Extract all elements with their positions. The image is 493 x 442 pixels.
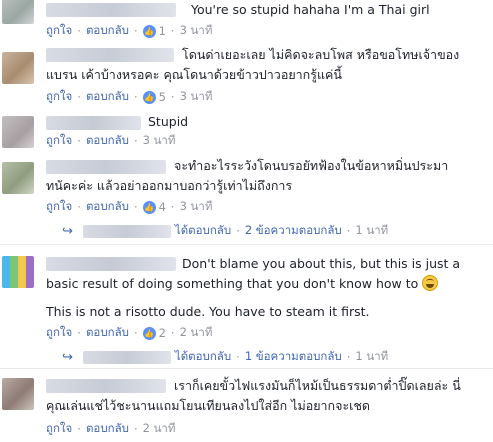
like-button[interactable]: ถูกใจ xyxy=(46,22,72,40)
reply-arrow-icon: ↪ xyxy=(62,349,73,365)
reply-button[interactable]: ตอบกลับ xyxy=(86,324,129,342)
avatar[interactable] xyxy=(2,162,34,194)
commenter-name[interactable] xyxy=(46,257,176,271)
comment-actions: ถูกใจ · ตอบกลับ · 2 นาที xyxy=(46,420,176,438)
timestamp[interactable]: 3 นาที xyxy=(180,198,213,216)
like-count[interactable]: 1 xyxy=(159,24,166,38)
avatar[interactable] xyxy=(2,52,34,84)
divider xyxy=(0,244,493,245)
comment-actions: ถูกใจ · ตอบกลับ · 👍 1 · 3 นาที xyxy=(46,22,213,40)
like-icon: 👍 xyxy=(142,326,156,340)
comment-text: basic result of doing something that you… xyxy=(46,274,439,294)
reply-button[interactable]: ตอบกลับ xyxy=(86,420,129,438)
comment-text: ทนัคะค่ะ แล้วอย่าออกมาบอกว่ารู้เท่าไม่ถึ… xyxy=(46,178,293,193)
timestamp[interactable]: 3 นาที xyxy=(143,132,176,150)
comment-actions: ถูกใจ · ตอบกลับ · 👍 5 · 3 นาที xyxy=(46,88,213,106)
like-icon: 👍 xyxy=(142,24,156,38)
reply-button[interactable]: ตอบกลับ xyxy=(86,22,129,40)
commenter-name[interactable] xyxy=(46,48,174,62)
like-icon: 👍 xyxy=(142,90,156,104)
comment-text: แบรน เค้าบ้างหรอคะ คุณโดนาด้วยข้าวปาวอยา… xyxy=(46,67,342,82)
comments-panel: You're so stupid hahaha I'm a Thai girl … xyxy=(0,0,493,442)
like-button[interactable]: ถูกใจ xyxy=(46,88,72,106)
like-button[interactable]: ถูกใจ xyxy=(46,132,72,150)
commenter-name[interactable] xyxy=(46,379,166,393)
like-button[interactable]: ถูกใจ xyxy=(46,420,72,438)
replies-count[interactable]: 2 ข้อความตอบกลับ xyxy=(245,222,342,240)
avatar[interactable] xyxy=(2,256,34,288)
reply-arrow-icon: ↪ xyxy=(62,223,73,239)
comment-text: โดนด่าเยอะเลย ไม่คิดจะลบโพส หรือขอโทษเจ้… xyxy=(182,47,460,62)
comment: You're so stupid hahaha I'm a Thai girl … xyxy=(0,0,493,42)
avatar[interactable] xyxy=(2,0,34,24)
replies-count[interactable]: 1 ข้อความตอบกลับ xyxy=(245,348,342,366)
timestamp[interactable]: 2 นาที xyxy=(143,420,176,438)
comment-text: เราก็เคยขั้วไฟแรงมันก็ไหม้เป็นธรรมดาต่ำป… xyxy=(174,378,461,393)
comment-actions: ถูกใจ · ตอบกลับ · 3 นาที xyxy=(46,132,176,150)
commenter-name[interactable] xyxy=(46,160,166,174)
comment-text: Stupid xyxy=(148,114,189,129)
divider xyxy=(0,368,493,369)
replied-label: ได้ตอบกลับ xyxy=(174,223,232,237)
like-count[interactable]: 4 xyxy=(159,200,166,214)
reply-button[interactable]: ตอบกลับ xyxy=(86,198,129,216)
comment-actions: ถูกใจ · ตอบกลับ · 👍 4 · 3 นาที xyxy=(46,198,213,216)
comment-text: This is not a risotto dude. You have to … xyxy=(46,304,370,319)
like-count[interactable]: 5 xyxy=(159,90,166,104)
comment-text: จะทำอะไรระวังโดนบรอยัทฟ้องในข้อหาหมิ่นปร… xyxy=(174,158,449,173)
timestamp[interactable]: 1 นาที xyxy=(355,222,388,240)
laughing-emoji-icon xyxy=(422,275,439,291)
timestamp[interactable]: 3 นาที xyxy=(180,88,213,106)
replies-link[interactable]: ↪ ได้ตอบกลับ · 1 ข้อความตอบกลับ · 1 นาที xyxy=(62,348,388,366)
replied-label: ได้ตอบกลับ xyxy=(174,349,232,363)
replier-name xyxy=(82,224,171,238)
reply-button[interactable]: ตอบกลับ xyxy=(86,88,129,106)
timestamp[interactable]: 3 นาที xyxy=(180,22,213,40)
timestamp[interactable]: 2 นาที xyxy=(180,324,213,342)
like-icon: 👍 xyxy=(142,200,156,214)
commenter-name[interactable] xyxy=(46,3,176,17)
avatar[interactable] xyxy=(2,116,34,148)
like-button[interactable]: ถูกใจ xyxy=(46,198,72,216)
comment-text: คุณเล่นแช่ไว้ชะนานแถมโยนเทียนลงไปใส่อีก … xyxy=(46,398,371,413)
replies-link[interactable]: ↪ ได้ตอบกลับ · 2 ข้อความตอบกลับ · 1 นาที xyxy=(62,222,388,240)
timestamp[interactable]: 1 นาที xyxy=(355,348,388,366)
like-button[interactable]: ถูกใจ xyxy=(46,324,72,342)
reply-button[interactable]: ตอบกลับ xyxy=(86,132,129,150)
commenter-name[interactable] xyxy=(46,116,141,130)
replier-name xyxy=(82,350,171,364)
comment-actions: ถูกใจ · ตอบกลับ · 👍 2 · 2 นาที xyxy=(46,324,213,342)
avatar[interactable] xyxy=(2,378,34,410)
comment-text: Don't blame you about this, but this is … xyxy=(182,256,461,271)
comment-text: You're so stupid hahaha I'm a Thai girl xyxy=(191,2,430,17)
like-count[interactable]: 2 xyxy=(159,326,166,340)
